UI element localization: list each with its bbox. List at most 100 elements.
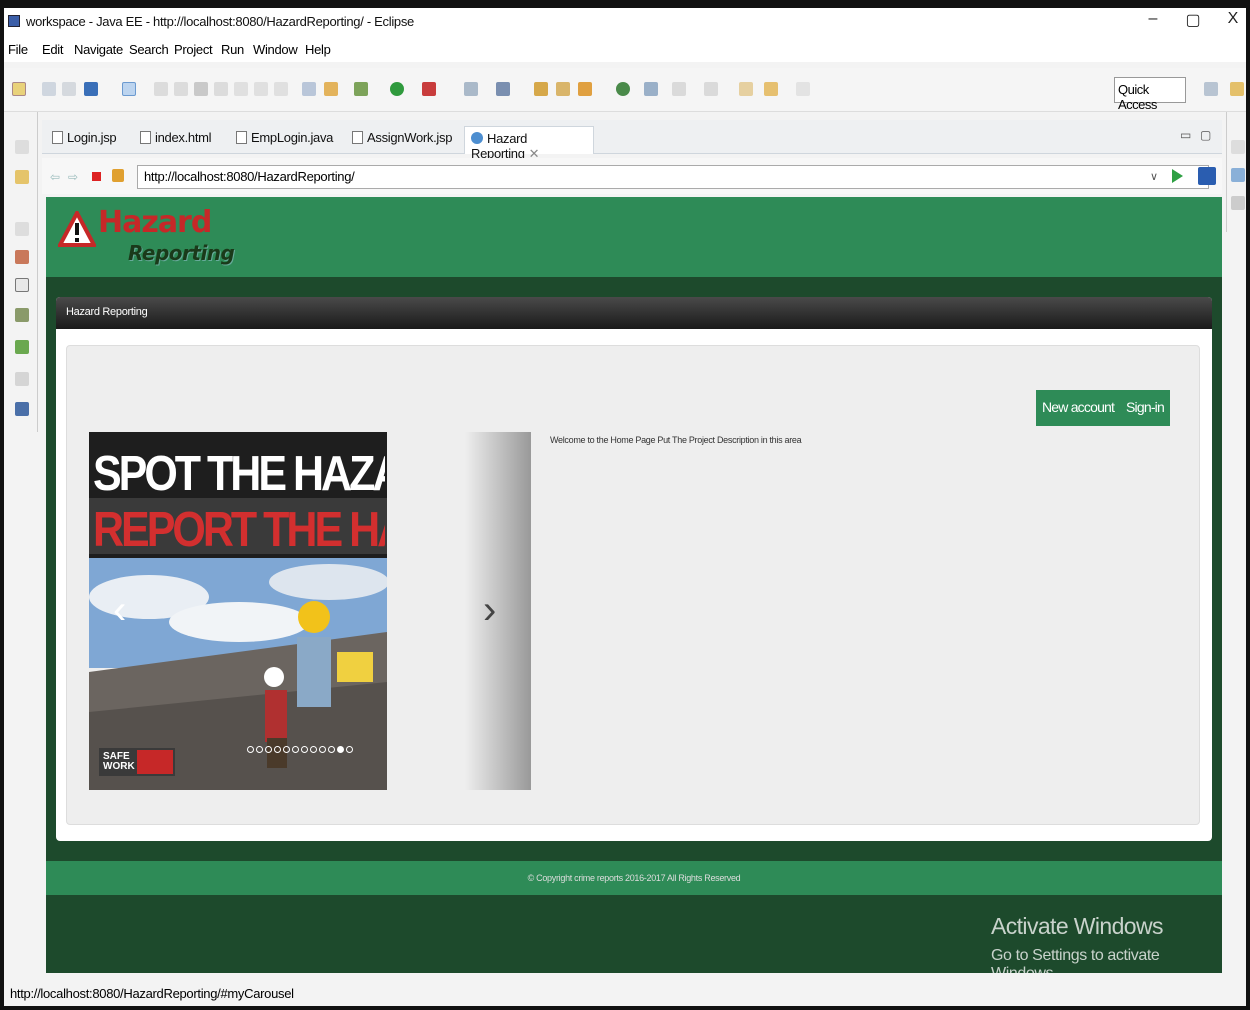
search-icon[interactable] bbox=[578, 82, 592, 96]
prev-annotation-icon[interactable] bbox=[704, 82, 718, 96]
carousel-indicator-dot[interactable] bbox=[256, 746, 263, 753]
save-all-icon[interactable] bbox=[62, 82, 76, 96]
new-server-icon[interactable] bbox=[464, 82, 478, 96]
carousel-indicator-dot[interactable] bbox=[265, 746, 272, 753]
outline-icon[interactable] bbox=[15, 250, 29, 264]
step-return-icon[interactable] bbox=[274, 82, 288, 96]
next-annotation-icon[interactable] bbox=[672, 82, 686, 96]
open-task-icon[interactable] bbox=[556, 82, 570, 96]
menu-edit[interactable]: Edit bbox=[42, 42, 64, 57]
back-arrow-icon[interactable]: ⇦ bbox=[50, 170, 60, 184]
carousel-next-area[interactable]: › bbox=[465, 432, 531, 790]
maximize-editor-icon[interactable]: ▢ bbox=[1200, 128, 1211, 142]
welcome-text: Welcome to the Home Page Put The Project… bbox=[550, 435, 802, 445]
annotation-icon[interactable] bbox=[644, 82, 658, 96]
url-dropdown-icon[interactable]: ∨ bbox=[1150, 170, 1158, 183]
carousel-indicator-dot[interactable] bbox=[310, 746, 317, 753]
run-icon[interactable] bbox=[390, 82, 404, 96]
file-icon bbox=[52, 131, 63, 144]
right-trim-stack bbox=[1226, 112, 1246, 232]
forward-icon[interactable] bbox=[796, 82, 810, 96]
open-type-icon[interactable] bbox=[534, 82, 548, 96]
external-tools-icon[interactable] bbox=[422, 82, 436, 96]
step-over-icon[interactable] bbox=[254, 82, 268, 96]
minimize-button[interactable]: – bbox=[1138, 10, 1168, 28]
use-step-filters-icon[interactable] bbox=[324, 82, 338, 96]
status-bar: http://localhost:8080/HazardReporting/#m… bbox=[4, 978, 1246, 1006]
back-icon[interactable] bbox=[764, 82, 778, 96]
restore-icon-2[interactable] bbox=[15, 222, 29, 236]
carousel-indicator-dot[interactable] bbox=[292, 746, 299, 753]
tab-login-jsp[interactable]: Login.jsp bbox=[46, 126, 122, 154]
refresh-icon[interactable] bbox=[112, 169, 124, 182]
carousel-indicator-dot[interactable] bbox=[346, 746, 353, 753]
step-into-icon[interactable] bbox=[234, 82, 248, 96]
outline-view-icon[interactable] bbox=[1231, 168, 1245, 182]
menu-file[interactable]: File bbox=[8, 42, 28, 57]
new-icon[interactable] bbox=[12, 82, 26, 96]
java-file-icon bbox=[236, 131, 247, 144]
java-ee-perspective-icon[interactable] bbox=[1230, 82, 1244, 96]
maximize-button[interactable]: ▢ bbox=[1178, 10, 1208, 30]
stop-icon[interactable] bbox=[92, 172, 101, 181]
menu-help[interactable]: Help bbox=[305, 42, 331, 57]
snippets-icon[interactable] bbox=[15, 372, 29, 386]
carousel-indicator-dot[interactable] bbox=[301, 746, 308, 753]
activate-windows-subtitle: Go to Settings to activate Windows. bbox=[991, 947, 1160, 973]
drop-frame-icon[interactable] bbox=[302, 82, 316, 96]
logo-subtitle: Reporting bbox=[128, 241, 235, 265]
url-input[interactable]: http://localhost:8080/HazardReporting/ bbox=[137, 165, 1209, 189]
menu-project[interactable]: Project bbox=[174, 42, 213, 57]
menu-search[interactable]: Search bbox=[129, 42, 169, 57]
open-perspective-icon[interactable] bbox=[1204, 82, 1218, 96]
panel-heading: Hazard Reporting bbox=[56, 297, 1212, 329]
tab-index-html[interactable]: index.html bbox=[134, 126, 217, 154]
close-button[interactable]: X bbox=[1218, 10, 1246, 28]
restore-icon[interactable] bbox=[15, 140, 29, 154]
toggle-icon[interactable] bbox=[84, 82, 98, 96]
open-external-browser-icon[interactable] bbox=[1198, 167, 1216, 185]
servers-icon[interactable] bbox=[15, 308, 29, 322]
last-edit-icon[interactable] bbox=[739, 82, 753, 96]
file-icon bbox=[352, 131, 363, 144]
safe-work-badge: SAFE WORK bbox=[103, 751, 135, 772]
go-icon[interactable] bbox=[1172, 169, 1183, 183]
hazard-carousel[interactable]: SPOT THE HAZARD REPORT THE HAZARD SAFE W… bbox=[89, 432, 387, 790]
console-icon[interactable] bbox=[15, 402, 29, 416]
sign-in-button[interactable]: Sign-in bbox=[1120, 390, 1170, 426]
tab-emplogin-java[interactable]: EmpLogin.java bbox=[230, 126, 339, 154]
task-list-icon[interactable] bbox=[15, 278, 29, 292]
menu-window[interactable]: Window bbox=[253, 42, 298, 57]
carousel-indicator-dot[interactable] bbox=[247, 746, 254, 753]
menu-navigate[interactable]: Navigate bbox=[74, 42, 123, 57]
task-view-icon[interactable] bbox=[1231, 196, 1245, 210]
disconnect-icon[interactable] bbox=[214, 82, 228, 96]
carousel-indicator-dot[interactable] bbox=[328, 746, 335, 753]
project-explorer-icon[interactable] bbox=[15, 170, 29, 184]
terminate-icon[interactable] bbox=[194, 82, 208, 96]
carousel-prev-icon[interactable]: ‹ bbox=[113, 590, 126, 630]
minimize-editor-icon[interactable]: ▭ bbox=[1180, 128, 1191, 142]
carousel-indicator-dot[interactable] bbox=[319, 746, 326, 753]
menu-run[interactable]: Run bbox=[221, 42, 244, 57]
tab-hazard-reporting[interactable]: Hazard Reporting ✕ bbox=[464, 126, 594, 161]
data-source-icon[interactable] bbox=[15, 340, 29, 354]
resume-icon[interactable] bbox=[154, 82, 168, 96]
debug-icon[interactable] bbox=[354, 82, 368, 96]
restore-icon-right[interactable] bbox=[1231, 140, 1245, 154]
web-browser-icon[interactable] bbox=[616, 82, 630, 96]
tab-assignwork-jsp[interactable]: AssignWork.jsp bbox=[346, 126, 458, 154]
skip-breakpoints-icon[interactable] bbox=[122, 82, 136, 96]
new-account-button[interactable]: New account bbox=[1036, 390, 1121, 426]
save-icon[interactable] bbox=[42, 82, 56, 96]
suspend-icon[interactable] bbox=[174, 82, 188, 96]
carousel-next-icon[interactable]: › bbox=[483, 590, 496, 630]
carousel-indicator-dot[interactable] bbox=[337, 746, 344, 753]
forward-arrow-icon[interactable]: ⇨ bbox=[68, 170, 78, 184]
new-java-class-icon[interactable] bbox=[496, 82, 510, 96]
carousel-indicator-dot[interactable] bbox=[274, 746, 281, 753]
carousel-indicator-dot[interactable] bbox=[283, 746, 290, 753]
browser-toolbar: ⇦ ⇨ http://localhost:8080/HazardReportin… bbox=[42, 158, 1222, 194]
globe-icon bbox=[471, 132, 483, 144]
quick-access-field[interactable]: Quick Access bbox=[1114, 77, 1186, 112]
